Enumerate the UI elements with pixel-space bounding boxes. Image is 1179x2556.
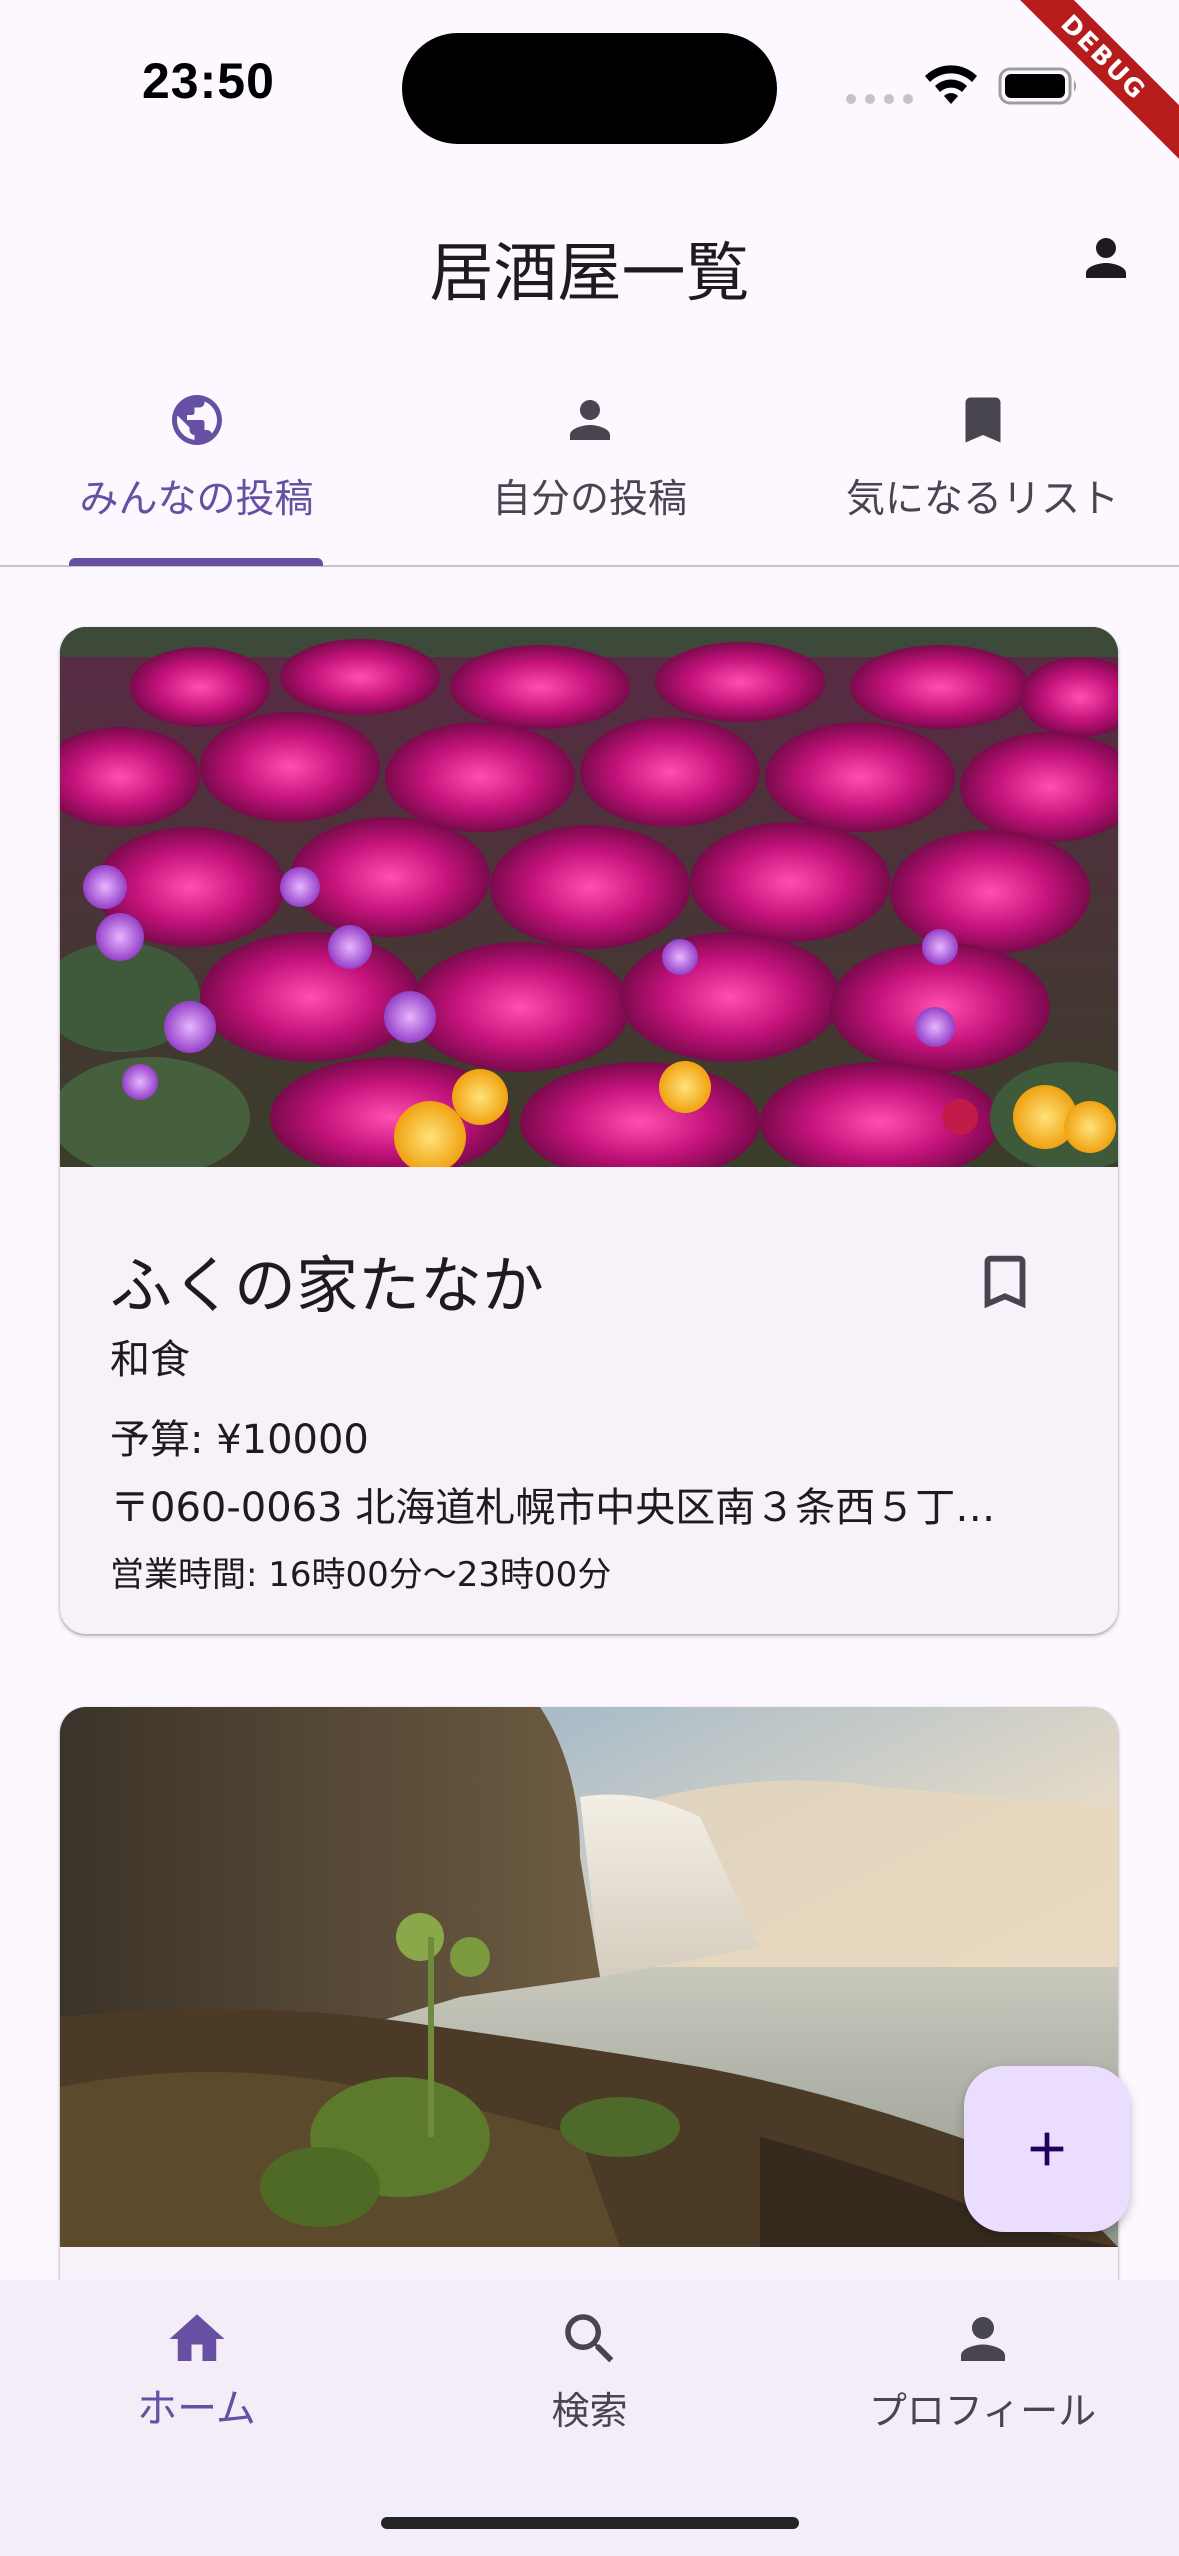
plus-icon [1030,2132,1064,2166]
restaurant-budget: 予算: ¥10000 [110,1417,369,1463]
home-indicator[interactable] [381,2517,799,2529]
nav-item-profile[interactable]: プロフィール [786,2280,1179,2480]
waterfall-photo [60,1707,1118,2247]
nav-label: ホーム [137,2386,256,2432]
account-button[interactable] [1076,228,1136,288]
bottom-navigation-bar: ホーム 検索 プロフィール [0,2280,1179,2556]
search-icon [565,2314,614,2363]
nav-item-home[interactable]: ホーム [0,2280,393,2480]
person-icon [961,2317,1005,2361]
person-icon [570,400,610,440]
tab-bar: みんなの投稿 自分の投稿 気になるリスト [0,380,1179,566]
battery-icon [998,67,1076,105]
status-time: 23:50 [142,53,275,109]
pink-flowers-photo [60,627,1118,1167]
restaurant-card[interactable]: ふくの家たなか 和食 予算: ¥10000 〒060-0063 北海道札幌市中央… [60,627,1118,1634]
add-restaurant-button[interactable] [964,2066,1130,2232]
tab-label: 自分の投稿 [491,477,687,522]
page-title: 居酒屋一覧 [429,237,750,311]
screen: 23:50 DEBUG 居酒屋一覧 みんなの投稿 自分の投稿 気になるリスト ふ… [0,0,1179,2556]
restaurant-name: ふくの家たなか [110,1249,545,1322]
nav-item-search[interactable]: 検索 [393,2280,786,2480]
tab-favorites-list[interactable]: 気になるリスト [786,380,1179,566]
bookmark-button[interactable] [970,1247,1040,1317]
restaurant-address: 〒060-0063 北海道札幌市中央区南３条西５丁… [110,1485,996,1531]
nav-label: プロフィール [868,2389,1097,2433]
tab-label: みんなの投稿 [79,477,314,522]
wifi-icon [925,65,977,104]
home-icon [169,2314,225,2361]
restaurant-hours: 営業時間: 16時00分〜23時00分 [110,1555,612,1595]
cellular-signal-icon [846,94,913,104]
tab-indicator [69,558,323,566]
tab-label: 気になるリスト [845,477,1119,522]
restaurant-genre: 和食 [110,1337,190,1383]
globe-icon [172,395,222,445]
dynamic-island [402,33,777,144]
tab-my-posts[interactable]: 自分の投稿 [393,380,786,566]
nav-label: 検索 [551,2389,628,2433]
tab-everyone-posts[interactable]: みんなの投稿 [0,380,393,566]
bookmark-icon [965,397,1001,443]
